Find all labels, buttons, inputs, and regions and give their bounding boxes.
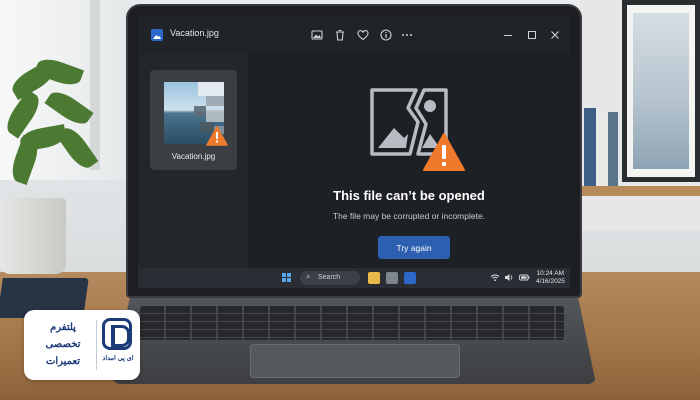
battery-icon[interactable] — [519, 273, 530, 284]
badge-brand-name: ای پی امداد — [102, 355, 134, 362]
badge-line-1: پلتفرم — [50, 322, 76, 333]
error-title: This file can’t be opened — [333, 188, 485, 203]
try-again-button[interactable]: Try again — [378, 236, 450, 259]
clock-time: 10:24 AM — [536, 270, 564, 277]
screen: Vacation.jpg Vacation.jpg This file can’… — [138, 16, 570, 288]
brand-badge: پلتفرم تخصصی تعمیرات ای پی امداد — [24, 310, 140, 380]
image-edit-icon[interactable] — [310, 28, 324, 42]
thumbnail-card[interactable]: Vacation.jpg — [150, 70, 237, 170]
thumbnail-label: Vacation.jpg — [171, 152, 216, 161]
heart-icon[interactable] — [356, 28, 370, 42]
plant-pot — [0, 198, 66, 274]
badge-line-2: تخصصی — [45, 339, 81, 350]
shelf-book — [584, 108, 596, 186]
more-icon[interactable] — [400, 28, 414, 42]
taskbar: ⌕ Search 10:24 AM 4/16/2025 — [138, 268, 570, 288]
start-button[interactable] — [282, 273, 292, 283]
trash-icon[interactable] — [333, 28, 347, 42]
window-title: Vacation.jpg — [170, 28, 219, 38]
title-bar: Vacation.jpg — [138, 16, 570, 54]
maximize-icon[interactable] — [525, 27, 539, 43]
close-icon[interactable] — [548, 27, 562, 43]
info-icon[interactable] — [379, 28, 393, 42]
shelf-book — [597, 116, 607, 186]
taskbar-clock[interactable]: 10:24 AM 4/16/2025 — [536, 270, 565, 286]
search-placeholder: Search — [318, 274, 341, 281]
minimize-icon[interactable] — [501, 27, 515, 43]
brand-logo-icon — [102, 318, 132, 350]
volume-icon[interactable] — [504, 273, 514, 284]
wall-picture — [622, 0, 700, 182]
shelf-book — [608, 112, 618, 186]
app-icon[interactable] — [386, 272, 398, 284]
taskbar-search[interactable]: ⌕ Search — [300, 271, 360, 285]
search-icon: ⌕ — [306, 272, 311, 281]
thumbnail-warning-icon — [206, 126, 228, 151]
file-explorer-icon[interactable] — [368, 272, 380, 284]
photos-app-icon — [151, 29, 163, 41]
trackpad — [250, 344, 460, 378]
error-message: The file may be corrupted or incomplete. — [332, 211, 486, 221]
main-viewer: This file can’t be opened The file may b… — [248, 54, 570, 268]
window-frame — [90, 0, 100, 170]
wifi-icon[interactable] — [490, 273, 500, 284]
photos-taskbar-icon[interactable] — [404, 272, 416, 284]
keyboard — [140, 306, 564, 340]
badge-divider — [96, 320, 97, 370]
shelf — [578, 186, 700, 196]
filmstrip-sidebar: Vacation.jpg — [138, 54, 248, 268]
broken-image-icon — [370, 88, 466, 187]
clock-date: 4/16/2025 — [536, 278, 565, 285]
badge-line-3: تعمیرات — [45, 356, 81, 367]
